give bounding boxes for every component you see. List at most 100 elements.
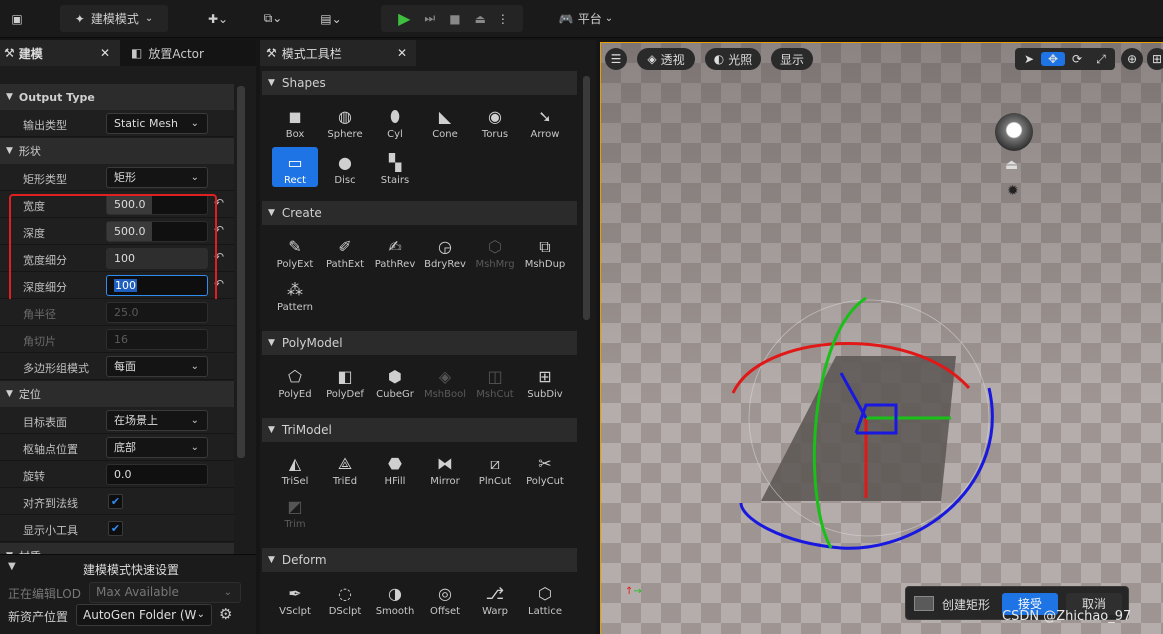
section-shape[interactable]: ▼ 形状 xyxy=(0,138,234,164)
asset-location-select[interactable]: AutoGen Folder (W ⌄ xyxy=(76,604,212,626)
tool-polyext[interactable]: ✎ PolyExt xyxy=(272,231,318,271)
section-output-type[interactable]: ▼ Output Type xyxy=(0,84,234,110)
stop-icon[interactable]: ■ xyxy=(449,12,460,26)
tool-mirror[interactable]: ⧓ Mirror xyxy=(422,448,468,488)
section-title: Deform xyxy=(281,553,327,567)
play-icon[interactable]: ▶ xyxy=(398,9,410,28)
viewport[interactable]: ☰ ◈ 透视 ◐ 光照 显示 ➤ ✥ ⟳ ⤢ ⊕ ⊞ ⏏ ✹ ↑→ xyxy=(600,42,1163,634)
platform-dropdown[interactable]: 🎮 平台 ⌄ xyxy=(552,5,620,32)
tool-cylinder[interactable]: ⬮ Cyl xyxy=(372,101,418,141)
tool-cone[interactable]: ◣ Cone xyxy=(422,101,468,141)
chevron-down-icon[interactable]: ▼ xyxy=(8,561,16,572)
tool-box[interactable]: ◼ Box xyxy=(272,101,318,141)
tool-pathrev[interactable]: ✍ PathRev xyxy=(372,231,418,271)
section-deform[interactable]: ▼ Deform xyxy=(262,548,577,572)
select-icon[interactable]: ➤ xyxy=(1017,52,1041,66)
tool-polydef[interactable]: ◧ PolyDef xyxy=(322,361,368,401)
scale-icon[interactable]: ⤢ xyxy=(1089,52,1113,67)
cinematics-icon[interactable]: ▤⌄ xyxy=(310,5,352,32)
select-value: 在场景上 xyxy=(114,414,158,427)
target-surface-select[interactable]: 在场景上 ⌄ xyxy=(106,410,208,431)
section-create[interactable]: ▼ Create xyxy=(262,201,577,225)
show-gizmo-checkbox[interactable]: ✔ xyxy=(108,521,123,536)
section-material[interactable]: ▼材质 xyxy=(0,543,234,554)
polygroup-mode-select[interactable]: 每面 ⌄ xyxy=(106,356,208,377)
tool-subdiv[interactable]: ⊞ SubDiv xyxy=(522,361,568,401)
tools-area: ▼ Shapes ◼ Box ◍ Sphere ⬮ Cyl ◣ Cone ◉ Torus ➘… xyxy=(260,68,596,634)
section-trimodel[interactable]: ▼ TriModel xyxy=(262,418,577,442)
modeling-icon: ⚒ xyxy=(4,46,15,60)
section-position[interactable]: ▼ 定位 xyxy=(0,381,234,407)
snap-icon[interactable]: ⊞ xyxy=(1147,48,1163,70)
rect-swatch xyxy=(914,596,934,611)
tool-torus[interactable]: ◉ Torus xyxy=(472,101,518,141)
close-icon[interactable]: ✕ xyxy=(397,46,407,60)
tool-label: Mirror xyxy=(430,476,460,487)
tool-offset[interactable]: ◎ Offset xyxy=(422,578,468,618)
cylinder-icon: ⬮ xyxy=(389,107,401,126)
mshdup-icon: ⧉ xyxy=(539,237,551,256)
lighting-button[interactable]: ◐ 光照 xyxy=(705,48,761,70)
tool-lattice[interactable]: ⬡ Lattice xyxy=(522,578,568,618)
tool-label: HFill xyxy=(384,476,406,487)
move-icon[interactable]: ✥ xyxy=(1041,52,1065,66)
tool-hfill[interactable]: ⬣ HFill xyxy=(372,448,418,488)
pivot-select[interactable]: 底部 ⌄ xyxy=(106,437,208,458)
tab-place-actors[interactable]: ◧ 放置Actor xyxy=(125,40,255,66)
row-output-type: 输出类型 Static Mesh ⌄ xyxy=(0,110,234,137)
polyed-icon: ⬠ xyxy=(288,367,302,386)
blueprint-icon[interactable]: ⧉⌄ xyxy=(253,5,293,32)
section-polymodel[interactable]: ▼ PolyModel xyxy=(262,331,577,355)
row-corner-slices: 角切片 16 xyxy=(0,326,234,353)
save-icon[interactable]: ▣ xyxy=(4,5,30,32)
tool-disc[interactable]: ● Disc xyxy=(322,147,368,187)
close-icon[interactable]: ✕ xyxy=(100,46,110,60)
rect-type-select[interactable]: 矩形 ⌄ xyxy=(106,167,208,188)
tool-dsclpt[interactable]: ◌ DSclpt xyxy=(322,578,368,618)
add-content-icon[interactable]: ✚⌄ xyxy=(197,5,239,32)
tool-warp[interactable]: ⎇ Warp xyxy=(472,578,518,618)
tool-mshdup[interactable]: ⧉ MshDup xyxy=(522,231,568,271)
tool-polycut[interactable]: ✂ PolyCut xyxy=(522,448,568,488)
chevron-down-icon: ▼ xyxy=(268,555,275,565)
popup-label: 创建矩形 xyxy=(942,598,991,612)
tool-smooth[interactable]: ◑ Smooth xyxy=(372,578,418,618)
mode-toolbar-tab[interactable]: ⚒ 模式工具栏 ✕ xyxy=(260,40,416,66)
tool-cubegr[interactable]: ⬢ CubeGr xyxy=(372,361,418,401)
world-icon[interactable]: ⊕ xyxy=(1121,48,1143,70)
align-normal-checkbox[interactable]: ✔ xyxy=(108,494,123,509)
tool-bdryrev[interactable]: ◶ BdryRev xyxy=(422,231,468,271)
gear-icon[interactable]: ⚙ xyxy=(219,605,232,623)
tool-stairs[interactable]: ▚ Stairs xyxy=(372,147,418,187)
hamburger-icon[interactable]: ☰ xyxy=(605,48,627,70)
tool-arrow[interactable]: ➘ Arrow xyxy=(522,101,568,141)
tool-label: Smooth xyxy=(375,606,415,617)
tool-vsclpt[interactable]: ✒ VSclpt xyxy=(272,578,318,618)
rotate-icon[interactable]: ⟳ xyxy=(1065,52,1089,66)
chevron-down-icon: ⌄ xyxy=(604,13,614,24)
tool-pathext[interactable]: ✐ PathExt xyxy=(322,231,368,271)
step-icon[interactable]: ⏭ xyxy=(424,11,435,26)
section-shapes[interactable]: ▼ Shapes xyxy=(262,71,577,95)
tab-modeling[interactable]: ⚒ 建模 ✕ xyxy=(0,40,120,66)
scrollbar[interactable] xyxy=(583,76,590,320)
scrollbar[interactable] xyxy=(237,86,245,458)
output-type-select[interactable]: Static Mesh ⌄ xyxy=(106,113,208,134)
eject-icon[interactable]: ⏏ xyxy=(475,12,486,26)
tool-rect[interactable]: ▭ Rect xyxy=(272,147,318,187)
show-button[interactable]: 显示 xyxy=(771,48,813,70)
mode-dropdown[interactable]: ✦ 建模模式 ⌄ xyxy=(60,5,168,32)
tool-sphere[interactable]: ◍ Sphere xyxy=(322,101,368,141)
tool-label: VSclpt xyxy=(279,606,311,617)
tool-trisel[interactable]: ◭ TriSel xyxy=(272,448,318,488)
more-icon[interactable]: ⋮ xyxy=(497,12,509,26)
perspective-button[interactable]: ◈ 透视 xyxy=(637,48,695,70)
rotation-input[interactable]: 0.0 xyxy=(106,464,208,485)
tool-tried[interactable]: ⟁ TriEd xyxy=(322,448,368,488)
tool-pattern[interactable]: ⁂ Pattern xyxy=(272,274,318,314)
tool-plncut[interactable]: ⧄ PlnCut xyxy=(472,448,518,488)
tool-label: PolyEd xyxy=(278,389,312,400)
button-label: 显示 xyxy=(779,52,804,67)
chevron-down-icon: ⌄ xyxy=(196,605,205,625)
tool-polyed[interactable]: ⬠ PolyEd xyxy=(272,361,318,401)
